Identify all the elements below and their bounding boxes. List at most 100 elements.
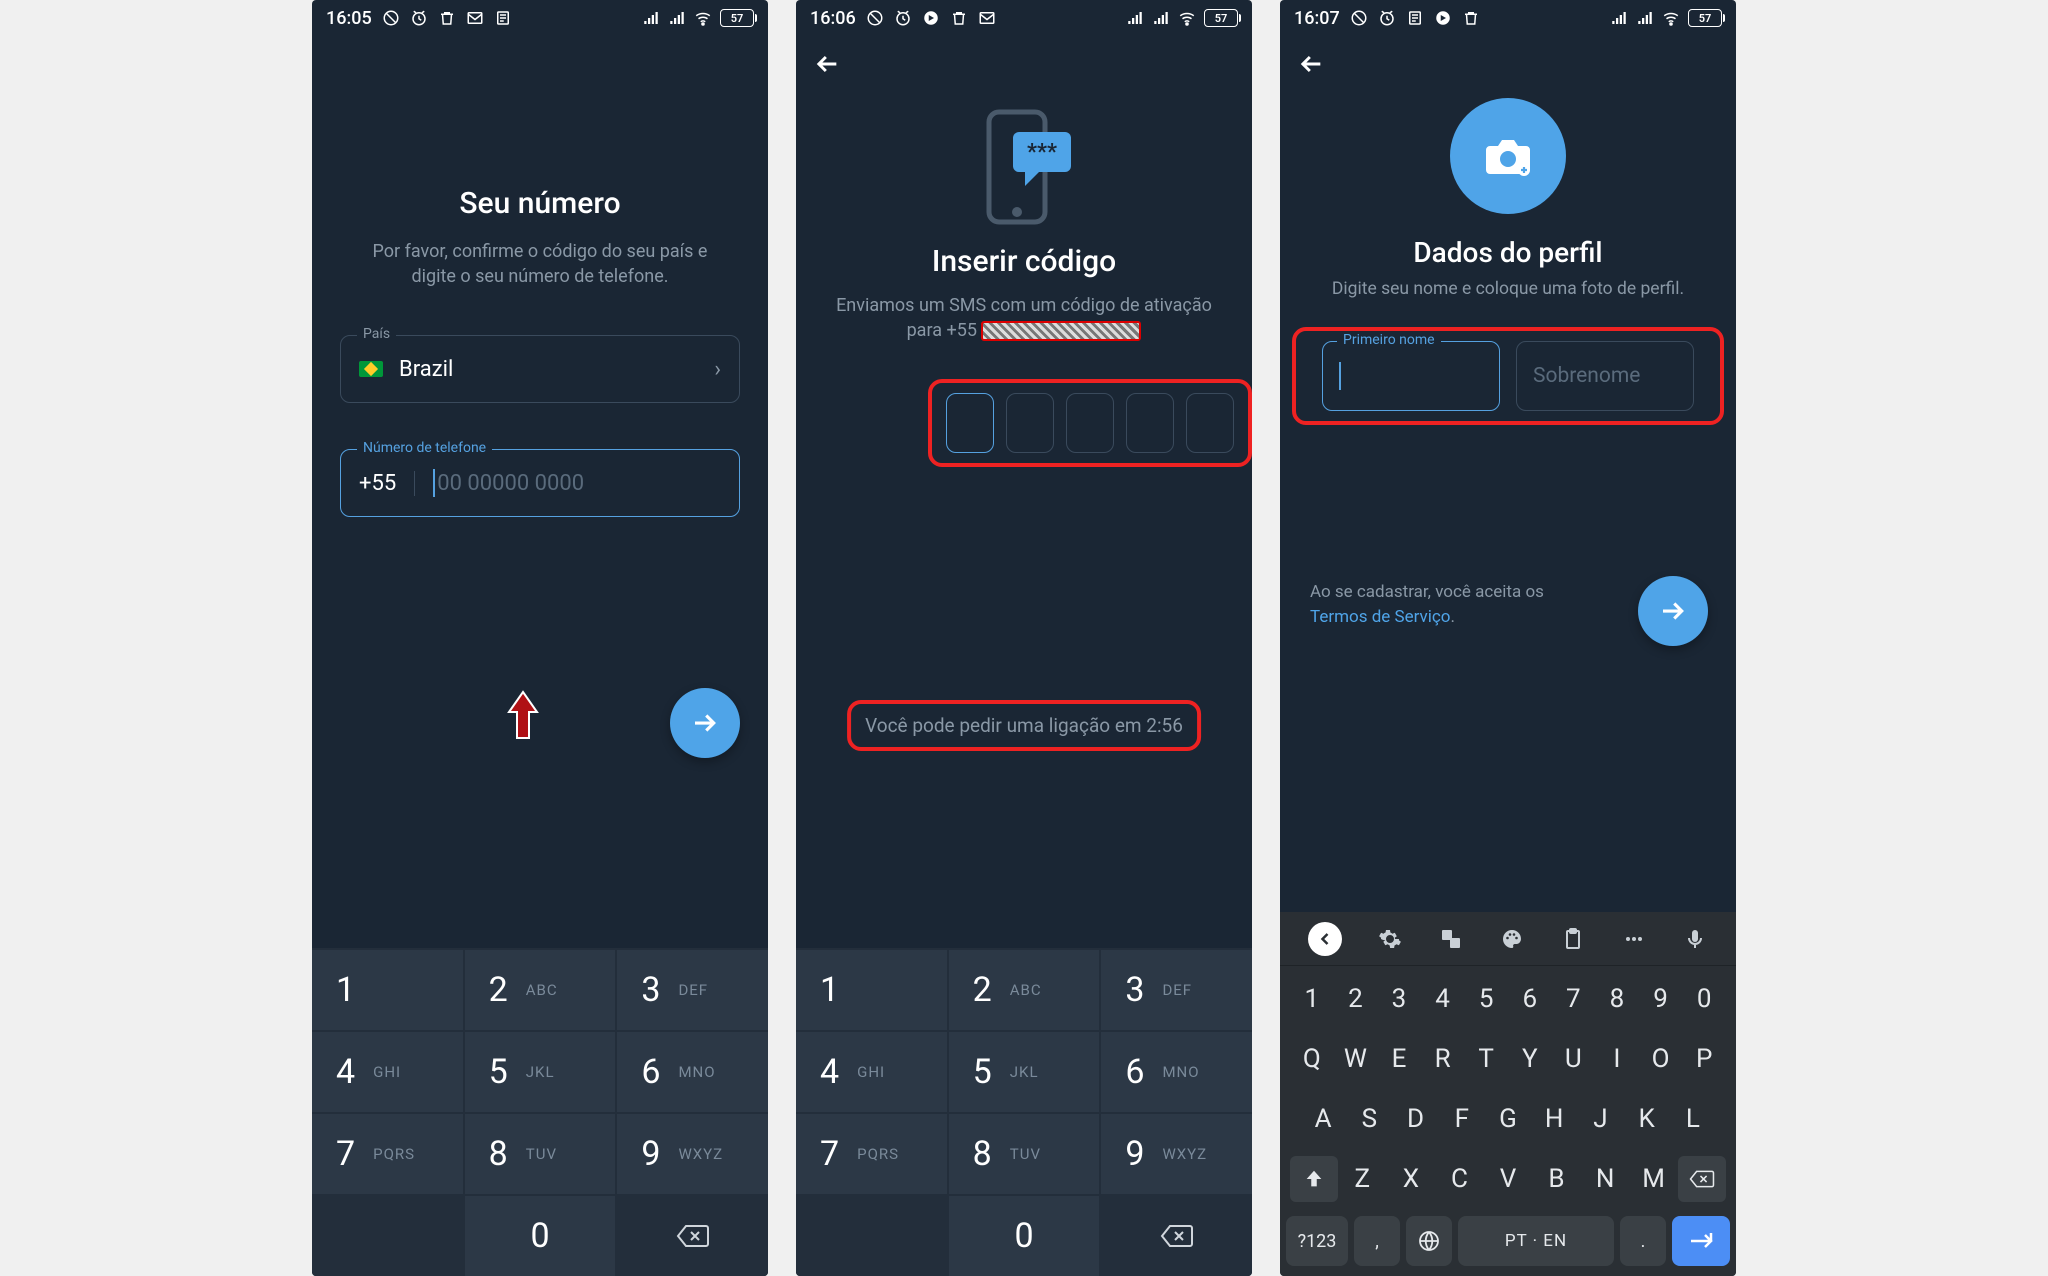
kb-symbols-key[interactable]: ?123 xyxy=(1286,1216,1348,1266)
kb-key-1[interactable]: 1 xyxy=(1290,976,1334,1022)
numkey-2[interactable]: 2ABC xyxy=(949,950,1100,1030)
numkey-backspace[interactable] xyxy=(617,1196,768,1276)
next-button[interactable] xyxy=(1638,576,1708,646)
kb-language-key[interactable] xyxy=(1406,1216,1452,1266)
kb-mic-icon[interactable] xyxy=(1682,926,1708,952)
numkey-9[interactable]: 9WXYZ xyxy=(617,1114,768,1194)
code-digit-1[interactable] xyxy=(946,393,994,453)
kb-key-J[interactable]: J xyxy=(1577,1096,1623,1142)
kb-key-D[interactable]: D xyxy=(1392,1096,1438,1142)
numkey-6[interactable]: 6MNO xyxy=(617,1032,768,1112)
kb-key-9[interactable]: 9 xyxy=(1639,976,1683,1022)
kb-key-P[interactable]: P xyxy=(1682,1036,1726,1082)
kb-key-E[interactable]: E xyxy=(1377,1036,1421,1082)
code-digit-5[interactable] xyxy=(1186,393,1234,453)
kb-key-0[interactable]: 0 xyxy=(1682,976,1726,1022)
kb-palette-icon[interactable] xyxy=(1499,926,1525,952)
kb-key-M[interactable]: M xyxy=(1634,1156,1674,1202)
kb-clipboard-icon[interactable] xyxy=(1560,926,1586,952)
kb-key-K[interactable]: K xyxy=(1624,1096,1670,1142)
numkey-6[interactable]: 6MNO xyxy=(1101,1032,1252,1112)
first-name-input[interactable]: Primeiro nome xyxy=(1322,341,1500,411)
numkey-1[interactable]: 1 xyxy=(796,950,947,1030)
gmail-icon xyxy=(978,9,996,27)
kb-key-Q[interactable]: Q xyxy=(1290,1036,1334,1082)
numkey-4[interactable]: 4GHI xyxy=(312,1032,463,1112)
status-time: 16:07 xyxy=(1294,8,1340,29)
numkey-8[interactable]: 8TUV xyxy=(465,1114,616,1194)
numkey-empty xyxy=(312,1196,463,1276)
kb-comma-key[interactable]: , xyxy=(1354,1216,1400,1266)
kb-collapse-button[interactable] xyxy=(1308,922,1342,956)
kb-key-8[interactable]: 8 xyxy=(1595,976,1639,1022)
kb-key-4[interactable]: 4 xyxy=(1421,976,1465,1022)
kb-key-V[interactable]: V xyxy=(1488,1156,1528,1202)
kb-key-C[interactable]: C xyxy=(1439,1156,1479,1202)
numkey-backspace[interactable] xyxy=(1101,1196,1252,1276)
kb-row-1: QWERTYUIOP xyxy=(1286,1036,1730,1082)
kb-key-T[interactable]: T xyxy=(1464,1036,1508,1082)
kb-key-N[interactable]: N xyxy=(1585,1156,1625,1202)
back-button[interactable] xyxy=(1296,49,1326,79)
kb-key-6[interactable]: 6 xyxy=(1508,976,1552,1022)
terms-text: Ao se cadastrar, você aceita os Termos d… xyxy=(1280,580,1626,629)
numkey-9[interactable]: 9WXYZ xyxy=(1101,1114,1252,1194)
kb-key-O[interactable]: O xyxy=(1639,1036,1683,1082)
numkey-5[interactable]: 5JKL xyxy=(949,1032,1100,1112)
numkey-0[interactable]: 0 xyxy=(949,1196,1100,1276)
terms-link[interactable]: Termos de Serviço xyxy=(1310,607,1451,627)
kb-key-X[interactable]: X xyxy=(1391,1156,1431,1202)
kb-key-Z[interactable]: Z xyxy=(1342,1156,1382,1202)
kb-key-I[interactable]: I xyxy=(1595,1036,1639,1082)
back-button[interactable] xyxy=(812,49,842,79)
numkey-5[interactable]: 5JKL xyxy=(465,1032,616,1112)
annotation-highlight-codes xyxy=(928,379,1252,467)
kb-key-H[interactable]: H xyxy=(1531,1096,1577,1142)
code-digit-3[interactable] xyxy=(1066,393,1114,453)
redacted-phone xyxy=(981,321,1141,341)
country-select[interactable]: País Brazil › xyxy=(340,335,740,403)
numkey-7[interactable]: 7PQRS xyxy=(796,1114,947,1194)
numkey-empty xyxy=(796,1196,947,1276)
numkey-3[interactable]: 3DEF xyxy=(617,950,768,1030)
signal-2-icon xyxy=(668,9,686,27)
kb-key-7[interactable]: 7 xyxy=(1552,976,1596,1022)
kb-key-2[interactable]: 2 xyxy=(1334,976,1378,1022)
next-button[interactable] xyxy=(670,688,740,758)
kb-key-F[interactable]: F xyxy=(1439,1096,1485,1142)
numkey-2[interactable]: 2ABC xyxy=(465,950,616,1030)
signal-1-icon xyxy=(1126,9,1144,27)
kb-key-B[interactable]: B xyxy=(1537,1156,1577,1202)
numkey-4[interactable]: 4GHI xyxy=(796,1032,947,1112)
kb-key-U[interactable]: U xyxy=(1552,1036,1596,1082)
numkey-7[interactable]: 7PQRS xyxy=(312,1114,463,1194)
kb-settings-icon[interactable] xyxy=(1377,926,1403,952)
kb-key-L[interactable]: L xyxy=(1670,1096,1716,1142)
add-photo-button[interactable] xyxy=(1450,98,1566,214)
code-digit-2[interactable] xyxy=(1006,393,1054,453)
kb-key-5[interactable]: 5 xyxy=(1464,976,1508,1022)
kb-backspace-key[interactable] xyxy=(1678,1156,1726,1202)
numkey-0[interactable]: 0 xyxy=(465,1196,616,1276)
phone-input[interactable]: Número de telefone +55 00 00000 0000 xyxy=(340,449,740,517)
kb-key-S[interactable]: S xyxy=(1346,1096,1392,1142)
kb-space-key[interactable]: PT · EN xyxy=(1458,1216,1614,1266)
kb-period-key[interactable]: . xyxy=(1620,1216,1666,1266)
kb-shift-key[interactable] xyxy=(1290,1156,1338,1202)
kb-key-G[interactable]: G xyxy=(1485,1096,1531,1142)
kb-key-R[interactable]: R xyxy=(1421,1036,1465,1082)
code-digit-4[interactable] xyxy=(1126,393,1174,453)
numkey-1[interactable]: 1 xyxy=(312,950,463,1030)
last-name-input[interactable]: Sobrenome xyxy=(1516,341,1694,411)
numkey-8[interactable]: 8TUV xyxy=(949,1114,1100,1194)
kb-translate-icon[interactable] xyxy=(1438,926,1464,952)
numkey-3[interactable]: 3DEF xyxy=(1101,950,1252,1030)
kb-enter-key[interactable] xyxy=(1672,1216,1730,1266)
kb-key-Y[interactable]: Y xyxy=(1508,1036,1552,1082)
kb-key-A[interactable]: A xyxy=(1300,1096,1346,1142)
kb-num-row: 1234567890 xyxy=(1286,976,1730,1022)
screen-enter-code: 16:06 57 xyxy=(796,0,1252,1276)
kb-key-3[interactable]: 3 xyxy=(1377,976,1421,1022)
kb-more-icon[interactable] xyxy=(1621,926,1647,952)
kb-key-W[interactable]: W xyxy=(1334,1036,1378,1082)
